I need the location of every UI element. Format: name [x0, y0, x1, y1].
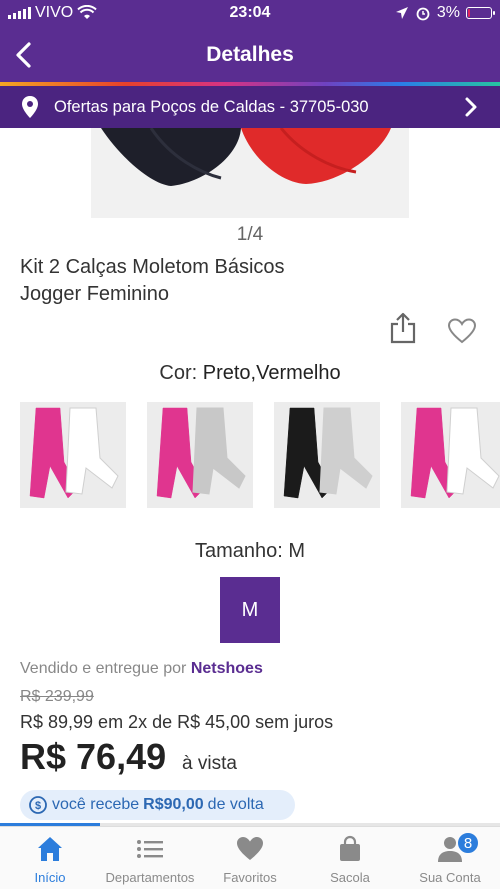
heart-icon — [237, 837, 263, 860]
battery-level-fill — [468, 9, 470, 17]
favorite-heart-icon[interactable] — [447, 318, 477, 344]
product-image[interactable] — [91, 128, 409, 218]
bottom-tab-bar: Início Departamentos Favoritos Sacola Su… — [0, 826, 500, 889]
chevron-right-icon — [465, 97, 477, 117]
tab-label: Favoritos — [223, 870, 277, 885]
pants-thumbnail-image — [283, 407, 373, 499]
svg-text:$: $ — [35, 800, 41, 812]
notification-badge: 8 — [456, 831, 480, 855]
tab-favoritos[interactable]: Favoritos — [200, 827, 300, 889]
tab-inicio[interactable]: Início — [0, 827, 100, 889]
color-thumbnail[interactable] — [20, 402, 126, 508]
color-thumbnail[interactable] — [401, 402, 500, 508]
cash-price: R$ 76,49 — [20, 736, 167, 777]
home-icon — [38, 837, 62, 861]
tab-label: Início — [34, 870, 66, 885]
status-right-group: 3% — [395, 4, 495, 22]
product-title: Kit 2 Calças Moletom Básicos Jogger Femi… — [20, 254, 380, 308]
color-label: Cor: — [159, 362, 198, 384]
product-title-line2: Jogger Feminino — [20, 283, 169, 305]
color-value: Preto,Vermelho — [202, 362, 341, 384]
location-banner[interactable]: Ofertas para Poços de Caldas - 37705-030 — [0, 86, 500, 128]
color-selection-label: Cor: Preto,Vermelho — [0, 362, 500, 385]
cashback-prefix: você recebe — [52, 796, 140, 813]
cashback-badge[interactable]: $ você recebe R$90,00 de volta — [20, 790, 295, 820]
color-thumbnails — [20, 402, 500, 508]
location-pin-icon — [22, 96, 38, 118]
cashback-icon: $ — [29, 796, 47, 814]
location-arrow-icon — [395, 7, 408, 19]
status-bar: VIVO 23:04 3% — [0, 0, 500, 28]
seller-name[interactable]: Netshoes — [191, 660, 263, 677]
battery-icon — [466, 7, 495, 19]
installment-price: R$ 89,99 em 2x de R$ 45,00 sem juros — [20, 712, 334, 732]
share-icon[interactable] — [388, 312, 418, 344]
size-label: Tamanho: M — [194, 540, 306, 562]
alarm-icon — [416, 7, 430, 21]
battery-percent: 3% — [436, 4, 460, 21]
cashback-suffix: de volta — [207, 796, 264, 813]
image-pager: 1/4 — [236, 224, 264, 245]
list-icon — [137, 840, 163, 858]
tab-sacola[interactable]: Sacola — [300, 827, 400, 889]
cashback-amount: R$90,00 — [143, 796, 204, 813]
seller-prefix: Vendido e entregue por — [20, 660, 187, 677]
tab-departamentos[interactable]: Departamentos — [100, 827, 200, 889]
tab-label: Departamentos — [105, 870, 195, 885]
seller-info: Vendido e entregue por Netshoes — [20, 660, 263, 678]
pants-thumbnail-image — [156, 407, 246, 499]
old-price: R$ 239,99 — [20, 688, 94, 705]
color-thumbnail[interactable] — [147, 402, 253, 508]
tab-sua-conta[interactable]: Sua Conta 8 — [400, 827, 500, 889]
page-title: Detalhes — [206, 43, 294, 66]
product-title-line1: Kit 2 Calças Moletom Básicos — [20, 256, 285, 278]
pants-thumbnail-image — [410, 407, 500, 499]
location-text: Ofertas para Poços de Caldas - 37705-030 — [54, 97, 369, 116]
bag-icon — [340, 835, 360, 861]
tab-label: Sacola — [330, 870, 370, 885]
size-option-m[interactable]: M — [220, 577, 280, 643]
tab-label: Sua Conta — [419, 870, 481, 885]
navigation-bar: Detalhes — [0, 28, 500, 82]
color-thumbnail[interactable] — [274, 402, 380, 508]
product-photo-pants — [101, 128, 391, 186]
cash-price-suffix: à vista — [182, 753, 237, 774]
pants-thumbnail-image — [29, 407, 119, 499]
